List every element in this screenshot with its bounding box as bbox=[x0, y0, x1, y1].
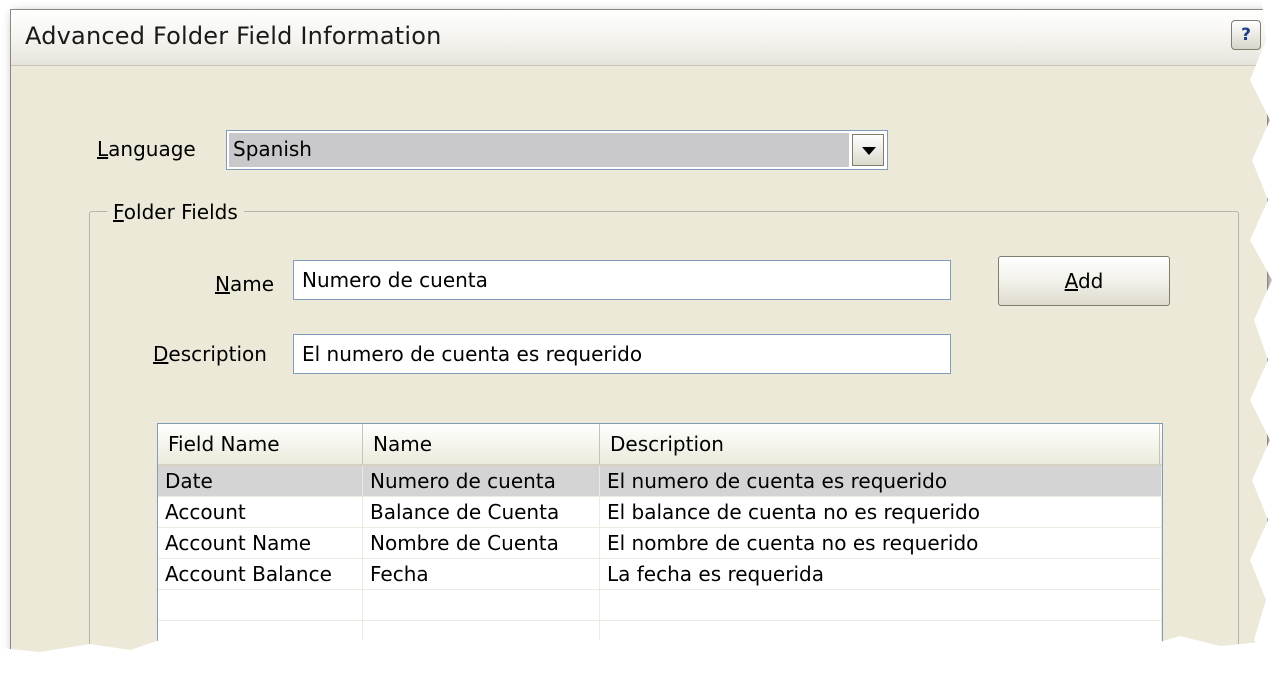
cell-name bbox=[363, 590, 600, 621]
column-header-name[interactable]: Name bbox=[363, 424, 600, 464]
cell-description bbox=[600, 590, 1162, 621]
table-row[interactable] bbox=[158, 621, 1162, 652]
table-row[interactable]: Account Balance Fecha La fecha es requerid… bbox=[158, 559, 1162, 590]
cell-description bbox=[600, 621, 1162, 652]
cell-name: Balance de Cuenta bbox=[363, 497, 600, 528]
language-select-value: Spanish bbox=[229, 133, 849, 167]
table-row[interactable]: Date Numero de cuenta El numero de cuenta … bbox=[158, 466, 1162, 497]
cell-name bbox=[363, 621, 600, 652]
folder-fields-legend: Folder Fields bbox=[107, 200, 244, 224]
dialog-title: Advanced Folder Field Information bbox=[25, 22, 442, 50]
chevron-down-icon bbox=[862, 147, 876, 155]
column-header-field-name[interactable]: Field Name bbox=[158, 424, 363, 464]
table-row[interactable]: Account Name Nombre de Cuenta El nombre de… bbox=[158, 528, 1162, 559]
cell-name: Nombre de Cuenta bbox=[363, 528, 600, 559]
table-row[interactable]: Account Balance de Cuenta El balance de cu… bbox=[158, 497, 1162, 528]
help-icon: ? bbox=[1241, 25, 1251, 45]
cell-description: El nombre de cuenta no es requerido bbox=[600, 528, 1162, 559]
name-label: Name bbox=[215, 272, 275, 296]
dropdown-button[interactable] bbox=[852, 134, 884, 166]
dialog-titlebar[interactable]: Advanced Folder Field Information ? bbox=[11, 10, 1267, 66]
cell-field-name: Account Balance bbox=[158, 559, 363, 590]
cell-description: El balance de cuenta no es requerido bbox=[600, 497, 1162, 528]
screenshot-stage: Advanced Folder Field Information ? Lang… bbox=[0, 0, 1281, 683]
description-label: Description bbox=[153, 342, 267, 366]
cell-field-name bbox=[158, 621, 363, 652]
column-header-description[interactable]: Description bbox=[600, 424, 1160, 464]
language-label-text: Language bbox=[97, 137, 196, 161]
cell-name: Fecha bbox=[363, 559, 600, 590]
table-header: Field Name Name Description bbox=[158, 424, 1162, 466]
cell-description: El numero de cuenta es requerido bbox=[600, 466, 1162, 497]
language-label: Language bbox=[97, 137, 196, 161]
cell-field-name: Account bbox=[158, 497, 363, 528]
advanced-folder-field-dialog: Advanced Folder Field Information ? Lang… bbox=[10, 9, 1268, 661]
add-button[interactable]: Add bbox=[998, 256, 1170, 306]
cell-field-name: Date bbox=[158, 466, 363, 497]
cell-field-name bbox=[158, 590, 363, 621]
table-row[interactable] bbox=[158, 590, 1162, 621]
name-input[interactable]: Numero de cuenta bbox=[293, 260, 951, 300]
folder-fields-table[interactable]: Field Name Name Description Date Numero d… bbox=[157, 423, 1163, 660]
help-button[interactable]: ? bbox=[1231, 20, 1261, 50]
cell-name: Numero de cuenta bbox=[363, 466, 600, 497]
language-select[interactable]: Spanish bbox=[226, 130, 888, 170]
cell-description: La fecha es requerida bbox=[600, 559, 1162, 590]
description-input[interactable]: El numero de cuenta es requerido bbox=[293, 334, 951, 374]
cell-field-name: Account Name bbox=[158, 528, 363, 559]
